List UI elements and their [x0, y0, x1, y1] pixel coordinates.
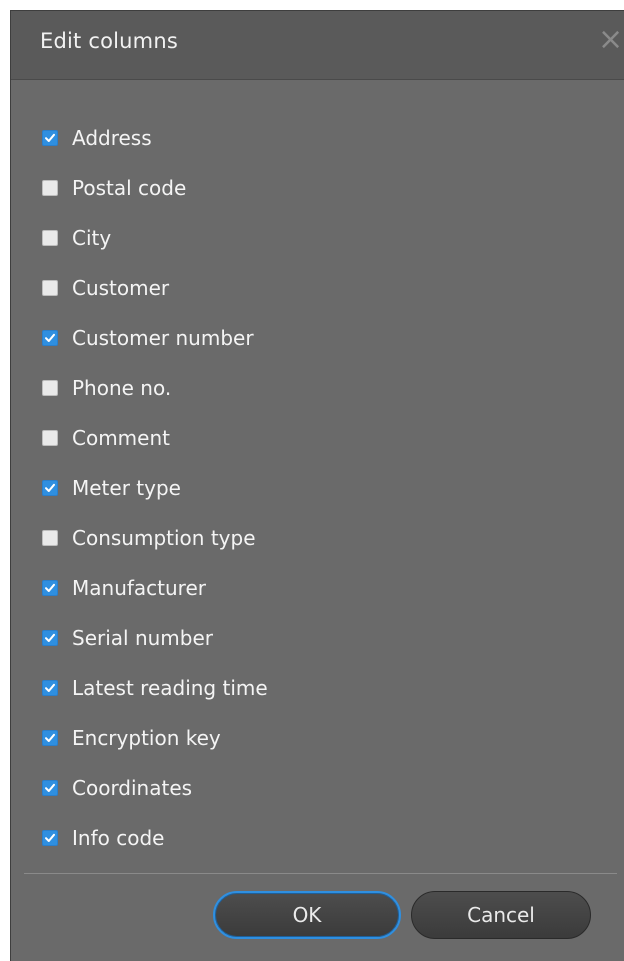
checkbox-checked[interactable] — [42, 830, 58, 846]
dialog-titlebar: Edit columns × — [11, 11, 624, 80]
checkbox-unchecked[interactable] — [42, 430, 58, 446]
checkbox-checked[interactable] — [42, 630, 58, 646]
column-option-label: Encryption key — [72, 726, 221, 750]
checkbox-checked[interactable] — [42, 130, 58, 146]
checkbox-unchecked[interactable] — [42, 230, 58, 246]
column-option-label: Info code — [72, 826, 165, 850]
column-option-label: Consumption type — [72, 526, 256, 550]
dialog-title: Edit columns — [40, 29, 178, 53]
checkmark-icon — [45, 333, 55, 342]
column-option-address[interactable]: Address — [42, 123, 152, 153]
checkbox-checked[interactable] — [42, 680, 58, 696]
checkbox-checked[interactable] — [42, 730, 58, 746]
checkmark-icon — [45, 733, 55, 742]
column-option-label: Address — [72, 126, 152, 150]
checkbox-checked[interactable] — [42, 480, 58, 496]
checkbox-unchecked[interactable] — [42, 380, 58, 396]
column-option-meter-type[interactable]: Meter type — [42, 473, 181, 503]
checkmark-icon — [45, 683, 55, 692]
column-option-label: Latest reading time — [72, 676, 268, 700]
column-option-consumption-type[interactable]: Consumption type — [42, 523, 256, 553]
column-option-phone-no[interactable]: Phone no. — [42, 373, 171, 403]
column-option-serial-number[interactable]: Serial number — [42, 623, 213, 653]
cancel-button[interactable]: Cancel — [411, 891, 591, 939]
column-option-encryption-key[interactable]: Encryption key — [42, 723, 221, 753]
column-option-label: Serial number — [72, 626, 214, 650]
column-option-info-code[interactable]: Info code — [42, 823, 164, 853]
column-option-label: City — [72, 226, 112, 250]
column-option-city[interactable]: City — [42, 223, 111, 253]
column-option-customer-number[interactable]: Customer number — [42, 323, 254, 353]
column-option-manufacturer[interactable]: Manufacturer — [42, 573, 206, 603]
column-option-comment[interactable]: Comment — [42, 423, 170, 453]
column-option-customer[interactable]: Customer — [42, 273, 169, 303]
column-option-label: Customer — [72, 276, 170, 300]
checkmark-icon — [45, 583, 55, 592]
column-option-label: Postal code — [72, 176, 187, 200]
footer-divider — [24, 873, 617, 874]
column-option-label: Phone no. — [72, 376, 172, 400]
column-option-coordinates[interactable]: Coordinates — [42, 773, 192, 803]
checkbox-unchecked[interactable] — [42, 180, 58, 196]
checkbox-checked[interactable] — [42, 780, 58, 796]
column-option-postal-code[interactable]: Postal code — [42, 173, 186, 203]
checkbox-checked[interactable] — [42, 330, 58, 346]
ok-button[interactable]: OK — [213, 891, 401, 939]
column-option-label: Coordinates — [72, 776, 193, 800]
close-icon[interactable]: × — [598, 25, 623, 55]
checkmark-icon — [45, 783, 55, 792]
checkmark-icon — [45, 633, 55, 642]
column-option-label: Comment — [72, 426, 170, 450]
checkmark-icon — [45, 833, 55, 842]
column-option-latest-reading-time[interactable]: Latest reading time — [42, 673, 268, 703]
checkbox-unchecked[interactable] — [42, 530, 58, 546]
checkmark-icon — [45, 133, 55, 142]
checkbox-checked[interactable] — [42, 580, 58, 596]
edit-columns-dialog: Edit columns × Address Postal code City … — [10, 10, 624, 961]
checkbox-unchecked[interactable] — [42, 280, 58, 296]
column-option-label: Customer number — [72, 326, 254, 350]
checkmark-icon — [45, 483, 55, 492]
column-option-label: Meter type — [72, 476, 181, 500]
column-option-label: Manufacturer — [72, 576, 206, 600]
